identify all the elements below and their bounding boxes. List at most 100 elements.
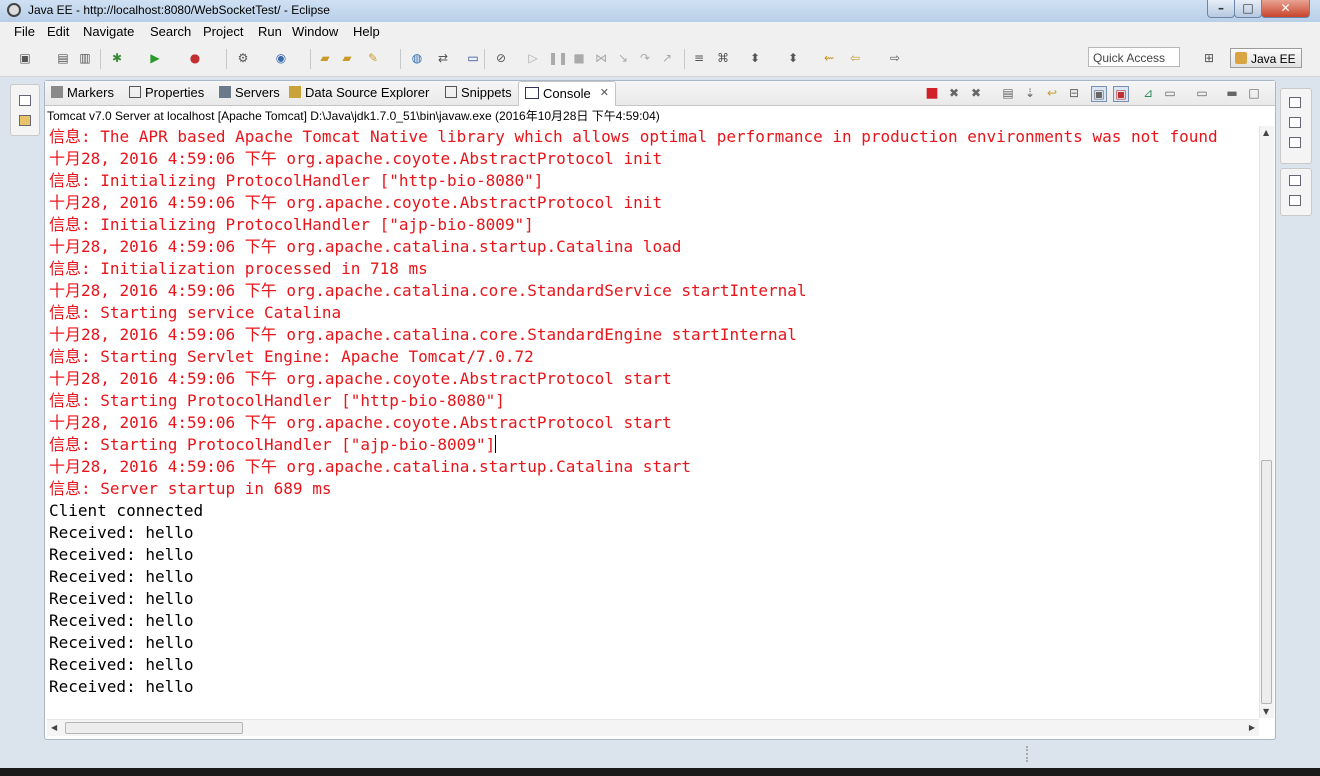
taskbar-edge [0, 768, 1320, 776]
scroll-lock-icon[interactable]: ⇣ [1023, 86, 1037, 100]
remove-all-terminated-icon[interactable]: ✖ [969, 86, 983, 100]
web-browser-icon[interactable]: ◍ [410, 51, 424, 65]
show-on-stderr-icon[interactable]: ▣ [1113, 86, 1129, 102]
debug-icon[interactable]: ✱ [110, 51, 124, 65]
console-line: 十月28, 2016 4:59:06 下午 org.apache.catalin… [49, 237, 682, 256]
snippets-icon [445, 86, 457, 98]
last-edit-icon[interactable]: ⇜ [822, 51, 836, 65]
console-line: Received: hello [49, 523, 194, 542]
vertical-scrollbar[interactable]: ▲ ▼ [1259, 126, 1274, 718]
horizontal-scroll-thumb[interactable] [65, 722, 243, 734]
pin-icon[interactable]: ⊿ [1141, 86, 1155, 100]
back-icon[interactable]: ⇦ [848, 51, 862, 65]
maximize-button[interactable]: □ [1234, 0, 1262, 18]
properties-icon [129, 86, 141, 98]
pin-console-icon[interactable]: ⊟ [1067, 86, 1081, 100]
console-line: 信息: Server startup in 689 ms [49, 479, 332, 498]
new-server-icon[interactable]: ⚙ [236, 51, 250, 65]
terminate-icon[interactable]: ■ [925, 86, 939, 100]
restore-icon[interactable] [19, 95, 31, 106]
open-perspective-icon[interactable]: ⊞ [1202, 51, 1216, 65]
eclipse-app-icon[interactable] [7, 3, 21, 17]
console-line: 信息: Starting ProtocolHandler ["ajp-bio-8… [49, 435, 497, 454]
clear-console-icon[interactable]: ▤ [1001, 86, 1015, 100]
display-selected-console-icon[interactable]: ▭ [1163, 86, 1177, 100]
sync-icon[interactable]: ⇄ [436, 51, 450, 65]
right-trim-stack-bottom [1280, 168, 1312, 216]
run-icon[interactable]: ▶ [148, 51, 162, 65]
disconnect-icon[interactable]: ⋈ [594, 51, 608, 65]
scroll-right-icon[interactable]: ▶ [1249, 723, 1255, 732]
tab-data-source-explorer[interactable]: Data Source Explorer [289, 85, 429, 105]
maximize-view-icon[interactable]: □ [1247, 86, 1261, 100]
suspend-icon[interactable]: ❚❚ [548, 51, 568, 65]
new-java-class-icon[interactable]: ◉ [274, 51, 288, 65]
open-task-icon[interactable]: ▰ [340, 51, 354, 65]
package-explorer-icon[interactable] [19, 115, 31, 126]
menu-run[interactable]: Run [258, 24, 282, 39]
tab-servers[interactable]: Servers [219, 85, 280, 105]
vertical-scroll-thumb[interactable] [1261, 460, 1272, 704]
word-wrap-icon[interactable]: ↩ [1045, 86, 1059, 100]
show-on-stdout-icon[interactable]: ▣ [1091, 86, 1107, 102]
step-into-icon[interactable]: ↘ [616, 51, 630, 65]
tab-console[interactable]: Console ✕ [518, 81, 616, 106]
minimize-button[interactable]: – [1207, 0, 1235, 18]
open-type-icon[interactable]: ▰ [318, 51, 332, 65]
tab-properties[interactable]: Properties [129, 85, 204, 105]
resume-icon[interactable]: ▷ [526, 51, 540, 65]
menu-edit[interactable]: Edit [47, 24, 69, 39]
text-caret [495, 435, 497, 453]
close-tab-icon[interactable]: ✕ [600, 86, 609, 99]
minimize-view-icon[interactable]: ▬ [1225, 86, 1239, 100]
console-line: 信息: Initializing ProtocolHandler ["ajp-b… [49, 215, 534, 234]
window-title-bar: Java EE - http://localhost:8080/WebSocke… [0, 0, 1320, 23]
console-line: 十月28, 2016 4:59:06 下午 org.apache.coyote.… [49, 413, 672, 432]
quick-access-input[interactable]: Quick Access [1088, 47, 1180, 67]
scroll-left-icon[interactable]: ◀ [51, 723, 57, 732]
step-return-icon[interactable]: ↗ [660, 51, 674, 65]
console-panel: Markers Properties Servers Data Source E… [44, 80, 1276, 740]
new-icon[interactable]: ▣ [18, 51, 32, 65]
menu-window[interactable]: Window [292, 24, 338, 39]
forward-icon[interactable]: ⇨ [888, 51, 902, 65]
outline-icon[interactable] [1289, 117, 1301, 128]
task-list-icon[interactable] [1289, 137, 1301, 148]
save-icon[interactable]: ▤ [56, 51, 70, 65]
skip-breakpoints-icon[interactable]: ⊘ [494, 51, 508, 65]
console-output[interactable]: 信息: The APR based Apache Tomcat Native l… [49, 126, 1259, 716]
terminate-icon[interactable]: ■ [572, 51, 586, 65]
menu-help[interactable]: Help [353, 24, 380, 39]
next-annotation-icon[interactable]: ⬍ [748, 51, 762, 65]
scroll-up-icon[interactable]: ▲ [1263, 128, 1269, 137]
status-bar-separator [1026, 746, 1030, 762]
restore-icon[interactable] [1289, 175, 1301, 186]
tab-snippets[interactable]: Snippets [445, 85, 512, 105]
toggle-block-icon[interactable]: ⌘ [716, 51, 730, 65]
menu-project[interactable]: Project [203, 24, 243, 39]
open-console-icon[interactable]: ▭ [1195, 86, 1209, 100]
menu-navigate[interactable]: Navigate [83, 24, 134, 39]
console-line: Received: hello [49, 633, 194, 652]
palette-icon[interactable] [1289, 195, 1301, 206]
save-all-icon[interactable]: ▥ [78, 51, 92, 65]
external-tools-icon[interactable]: ● [188, 51, 202, 65]
console-line: Received: hello [49, 567, 194, 586]
remove-launch-icon[interactable]: ✖ [947, 86, 961, 100]
search-tool-icon[interactable]: ✎ [366, 51, 380, 65]
console-line: 十月28, 2016 4:59:06 下午 org.apache.coyote.… [49, 193, 663, 212]
scroll-down-icon[interactable]: ▼ [1263, 707, 1269, 716]
java-ee-perspective-button[interactable]: Java EE [1230, 48, 1302, 68]
previous-annotation-icon[interactable]: ⬍ [786, 51, 800, 65]
tab-markers[interactable]: Markers [51, 85, 114, 105]
console-line: 信息: Starting service Catalina [49, 303, 342, 322]
java-ee-icon [1235, 52, 1247, 64]
console-view-icon[interactable]: ▭ [466, 51, 480, 65]
close-button[interactable]: ✕ [1261, 0, 1310, 18]
menu-file[interactable]: File [14, 24, 35, 39]
restore-icon[interactable] [1289, 97, 1301, 108]
step-over-icon[interactable]: ↷ [638, 51, 652, 65]
toggle-mark-icon[interactable]: ≡ [692, 51, 706, 65]
horizontal-scrollbar[interactable]: ◀ ▶ [47, 719, 1259, 736]
menu-search[interactable]: Search [150, 24, 191, 39]
